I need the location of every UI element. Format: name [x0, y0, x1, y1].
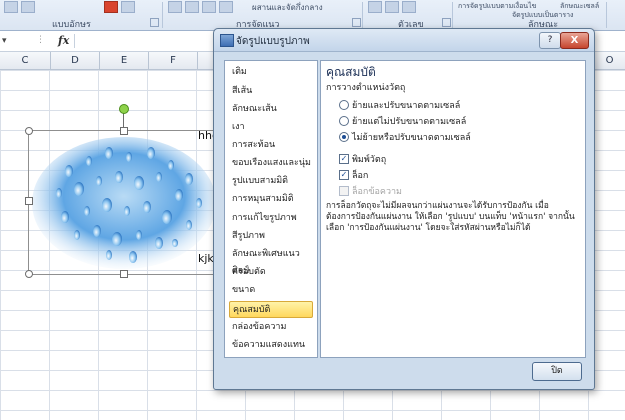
splitter-dots-icon[interactable]: ⋮ — [36, 35, 45, 45]
nav-picture-corrections[interactable]: การแก้ไขรูปภาพ — [229, 210, 313, 227]
checkbox-locked-label[interactable]: ล็อก — [352, 168, 368, 182]
column-header-d[interactable]: D — [51, 52, 100, 70]
ribbon: แบบอักษร ผสานและจัดกึ่งกลาง การจัดแนว ตั… — [0, 0, 625, 31]
help-button[interactable]: ? — [539, 32, 561, 49]
name-box-dropdown-icon[interactable]: ▾ — [2, 36, 7, 46]
picture-selection-frame[interactable] — [28, 130, 220, 275]
ribbon-separator — [162, 2, 163, 28]
fill-color-icon[interactable] — [21, 1, 35, 13]
nav-shadow[interactable]: เงา — [229, 119, 313, 136]
properties-pane: คุณสมบัติ การวางตำแหน่งวัตถุ ย้ายและปรับ… — [320, 60, 586, 358]
ribbon-separator — [606, 2, 607, 28]
number-launcher-icon[interactable] — [442, 18, 451, 27]
checkbox-print-object-label[interactable]: พิมพ์วัตถุ — [352, 152, 386, 166]
nav-crop[interactable]: ครอบตัด — [229, 264, 313, 281]
checkbox-lock-text-label[interactable]: ล็อกข้อความ — [352, 184, 402, 198]
border-icon[interactable] — [4, 1, 18, 13]
font-launcher-icon[interactable] — [150, 18, 159, 27]
nav-reflection[interactable]: การสะท้อน — [229, 137, 313, 154]
resize-handle-top[interactable] — [120, 127, 128, 135]
column-header-f[interactable]: F — [149, 52, 198, 70]
align-center-icon[interactable] — [185, 1, 199, 13]
radio-dont-move-or-size-label[interactable]: ไม่ย้ายหรือปรับขนาดตามเซลล์ — [352, 130, 471, 144]
resize-handle-top-left[interactable] — [25, 127, 33, 135]
increase-decimal-icon[interactable] — [402, 1, 416, 13]
column-header-o[interactable]: O — [594, 52, 625, 70]
resize-handle-bottom[interactable] — [120, 270, 128, 278]
number-tools — [368, 0, 416, 14]
checkbox-lock-text[interactable] — [339, 186, 349, 196]
column-header-c[interactable]: C — [0, 52, 51, 70]
nav-properties[interactable]: คุณสมบัติ — [229, 301, 313, 318]
column-header-g[interactable] — [198, 52, 214, 70]
percent-icon[interactable] — [368, 1, 382, 13]
checkbox-print-object[interactable]: ✓ — [339, 154, 349, 164]
category-list: เติม สีเส้น ลักษณะเส้น เงา การสะท้อน ขอบ… — [224, 60, 318, 358]
indent-icon[interactable] — [219, 1, 233, 13]
radio-move-and-size[interactable] — [339, 100, 349, 110]
font-color-tools — [104, 0, 135, 14]
nav-picture-color[interactable]: สีรูปภาพ — [229, 228, 313, 245]
nav-size[interactable]: ขนาด — [229, 282, 313, 299]
formula-separator — [74, 34, 75, 48]
resize-handle-left[interactable] — [25, 197, 33, 205]
cell-text-bottom: kjk — [198, 252, 214, 265]
merge-center-button[interactable]: ผสานและจัดกึ่งกลาง — [252, 1, 323, 14]
format-picture-dialog: จัดรูปแบบรูปภาพ ? X เติม สีเส้น ลักษณะเส… — [213, 28, 595, 390]
radio-move-not-size-label[interactable]: ย้ายแต่ไม่ปรับขนาดตามเซลล์ — [352, 114, 466, 128]
close-dialog-button[interactable]: ปิด — [532, 362, 582, 381]
object-positioning-heading: การวางตำแหน่งวัตถุ — [326, 83, 406, 93]
dialog-title: จัดรูปแบบรูปภาพ — [236, 36, 310, 47]
insert-function-button[interactable]: fx — [58, 34, 69, 47]
alignment-tools — [168, 0, 233, 14]
nav-artistic-effects[interactable]: ลักษณะพิเศษแนวศิลป์ — [229, 246, 313, 276]
radio-move-not-size[interactable] — [339, 116, 349, 126]
nav-3d-format[interactable]: รูปแบบสามมิติ — [229, 173, 313, 190]
water-drops-picture[interactable] — [29, 131, 219, 274]
font-tools — [4, 0, 35, 14]
cell-styles-button[interactable]: ลักษณะเซลล์ — [560, 1, 599, 12]
locking-description: การล็อกวัตถุจะไม่มีผลจนกว่าแผ่นงานจะได้ร… — [326, 201, 575, 233]
nav-glow-soft-edges[interactable]: ขอบเรืองแสงและนุ่ม — [229, 155, 313, 172]
align-left-icon[interactable] — [168, 1, 182, 13]
dialog-app-icon — [220, 34, 234, 47]
font-color-icon[interactable] — [104, 1, 118, 13]
font-color-dropdown-icon[interactable] — [121, 1, 135, 13]
alignment-launcher-icon[interactable] — [352, 18, 361, 27]
nav-line-style[interactable]: ลักษณะเส้น — [229, 101, 313, 118]
rotation-handle[interactable] — [119, 104, 129, 114]
nav-fill[interactable]: เติม — [229, 64, 313, 81]
resize-handle-bottom-left[interactable] — [25, 270, 33, 278]
radio-dont-move-or-size[interactable] — [339, 132, 349, 142]
ribbon-group-font: แบบอักษร — [52, 20, 91, 30]
nav-line-color[interactable]: สีเส้น — [229, 83, 313, 100]
checkbox-locked[interactable]: ✓ — [339, 170, 349, 180]
nav-3d-rotation[interactable]: การหมุนสามมิติ — [229, 191, 313, 208]
comma-icon[interactable] — [385, 1, 399, 13]
ribbon-separator — [362, 2, 363, 28]
radio-move-and-size-label[interactable]: ย้ายและปรับขนาดตามเซลล์ — [352, 98, 460, 112]
ribbon-separator — [452, 2, 453, 28]
column-header-e[interactable]: E — [100, 52, 149, 70]
nav-text-box[interactable]: กล่องข้อความ — [229, 319, 313, 336]
nav-alt-text[interactable]: ข้อความแสดงแทน — [229, 337, 313, 354]
dialog-titlebar[interactable]: จัดรูปแบบรูปภาพ ? X — [214, 29, 594, 52]
close-button[interactable]: X — [560, 32, 589, 49]
align-right-icon[interactable] — [202, 1, 216, 13]
